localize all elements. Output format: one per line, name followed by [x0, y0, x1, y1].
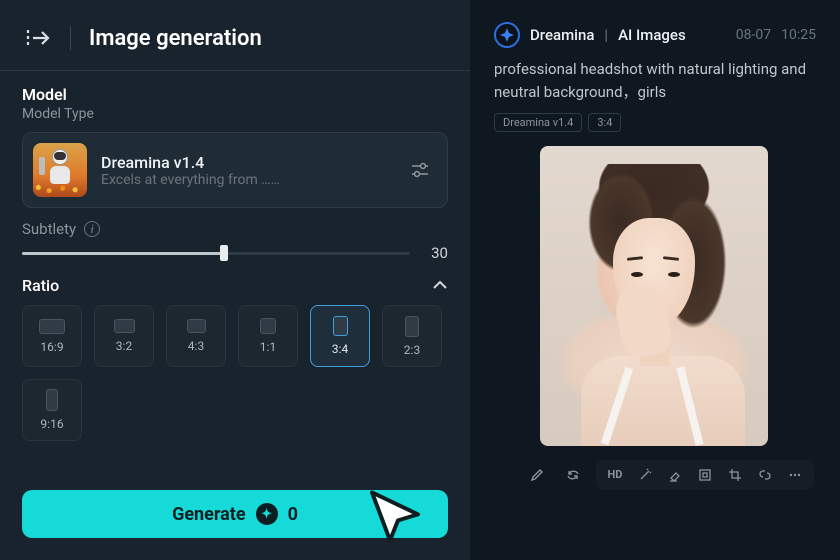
tag-model: Dreamina v1.4: [494, 113, 582, 132]
ratio-option-2-3[interactable]: 2:3: [382, 305, 442, 367]
result-toolbar: HD: [524, 460, 816, 490]
cursor-icon: [366, 488, 426, 549]
page-title: Image generation: [89, 26, 262, 51]
pipe-divider: |: [604, 26, 608, 44]
result-tags: Dreamina v1.4 3:4: [494, 113, 816, 132]
result-header: Dreamina | AI Images 08-07 10:25: [494, 22, 816, 48]
magic-wand-icon[interactable]: [634, 464, 656, 486]
sliders-icon[interactable]: [407, 157, 433, 183]
expand-icon[interactable]: [694, 464, 716, 486]
link-icon[interactable]: [754, 464, 776, 486]
result-date: 08-07: [736, 27, 771, 43]
ratio-option-label: 3:2: [116, 339, 132, 353]
result-brand: Dreamina: [530, 26, 594, 44]
ratio-option-3-4[interactable]: 3:4: [310, 305, 370, 367]
result-prompt: professional headshot with natural light…: [494, 58, 816, 105]
ratio-option-label: 4:3: [188, 339, 204, 353]
ratio-option-16-9[interactable]: 16:9: [22, 305, 82, 367]
expand-icon[interactable]: [24, 24, 52, 52]
model-info: Dreamina v1.4 Excels at everything from …: [101, 153, 393, 188]
ratio-shape-icon: [260, 318, 276, 334]
credits-icon: ✦: [256, 503, 278, 525]
ratio-shape-icon: [405, 316, 419, 337]
ratio-option-label: 2:3: [404, 343, 420, 357]
ratio-option-3-2[interactable]: 3:2: [94, 305, 154, 367]
ratio-option-label: 16:9: [40, 340, 63, 354]
model-thumbnail: [33, 143, 87, 197]
generate-button[interactable]: Generate ✦ 0: [22, 490, 448, 538]
ratio-shape-icon: [333, 316, 348, 336]
more-icon[interactable]: [784, 464, 806, 486]
slider-track[interactable]: [22, 252, 410, 255]
divider: [70, 26, 71, 50]
slider-thumb[interactable]: [220, 245, 228, 261]
generate-cost: 0: [288, 504, 298, 525]
ratio-option-label: 1:1: [260, 340, 276, 354]
brand-logo-icon: [494, 22, 520, 48]
ratio-option-9-16[interactable]: 9:16: [22, 379, 82, 441]
subtlety-value: 30: [424, 244, 448, 262]
model-section-label: Model: [22, 85, 448, 104]
chevron-up-icon[interactable]: [432, 276, 448, 295]
subtlety-slider[interactable]: 30: [22, 244, 448, 262]
edit-icon[interactable]: [524, 462, 550, 488]
ratio-shape-icon: [114, 319, 135, 333]
ratio-shape-icon: [39, 319, 65, 334]
ratio-shape-icon: [46, 389, 58, 411]
model-type-label: Model Type: [22, 106, 448, 122]
refresh-icon[interactable]: [560, 462, 586, 488]
settings-panel: Image generation Model Model Type Dreami…: [0, 0, 470, 560]
hd-button[interactable]: HD: [604, 464, 626, 486]
toolbar-group: HD: [596, 460, 814, 490]
panel-header: Image generation: [0, 18, 470, 71]
ratio-option-label: 9:16: [40, 417, 63, 431]
tag-ratio: 3:4: [588, 113, 621, 132]
model-description: Excels at everything from ……: [101, 172, 393, 188]
generate-label: Generate: [172, 504, 246, 525]
output-panel: Dreamina | AI Images 08-07 10:25 profess…: [470, 0, 840, 560]
ratio-option-label: 3:4: [332, 342, 348, 356]
result-time: 10:25: [781, 27, 816, 43]
ratio-option-4-3[interactable]: 4:3: [166, 305, 226, 367]
ratio-shape-icon: [187, 319, 206, 333]
subtlety-label: Subtlety: [22, 220, 76, 238]
subtlety-header: Subtlety i: [22, 220, 448, 238]
ratio-header[interactable]: Ratio: [22, 276, 448, 295]
model-selector[interactable]: Dreamina v1.4 Excels at everything from …: [22, 132, 448, 208]
info-icon[interactable]: i: [84, 221, 100, 237]
ratio-label: Ratio: [22, 276, 59, 295]
result-category: AI Images: [618, 26, 686, 44]
model-name: Dreamina v1.4: [101, 153, 393, 172]
eraser-icon[interactable]: [664, 464, 686, 486]
crop-icon[interactable]: [724, 464, 746, 486]
ratio-grid: 16:9 3:2 4:3 1:1 3:4 2:3 9:16: [22, 305, 448, 441]
result-image[interactable]: [540, 146, 768, 446]
ratio-option-1-1[interactable]: 1:1: [238, 305, 298, 367]
